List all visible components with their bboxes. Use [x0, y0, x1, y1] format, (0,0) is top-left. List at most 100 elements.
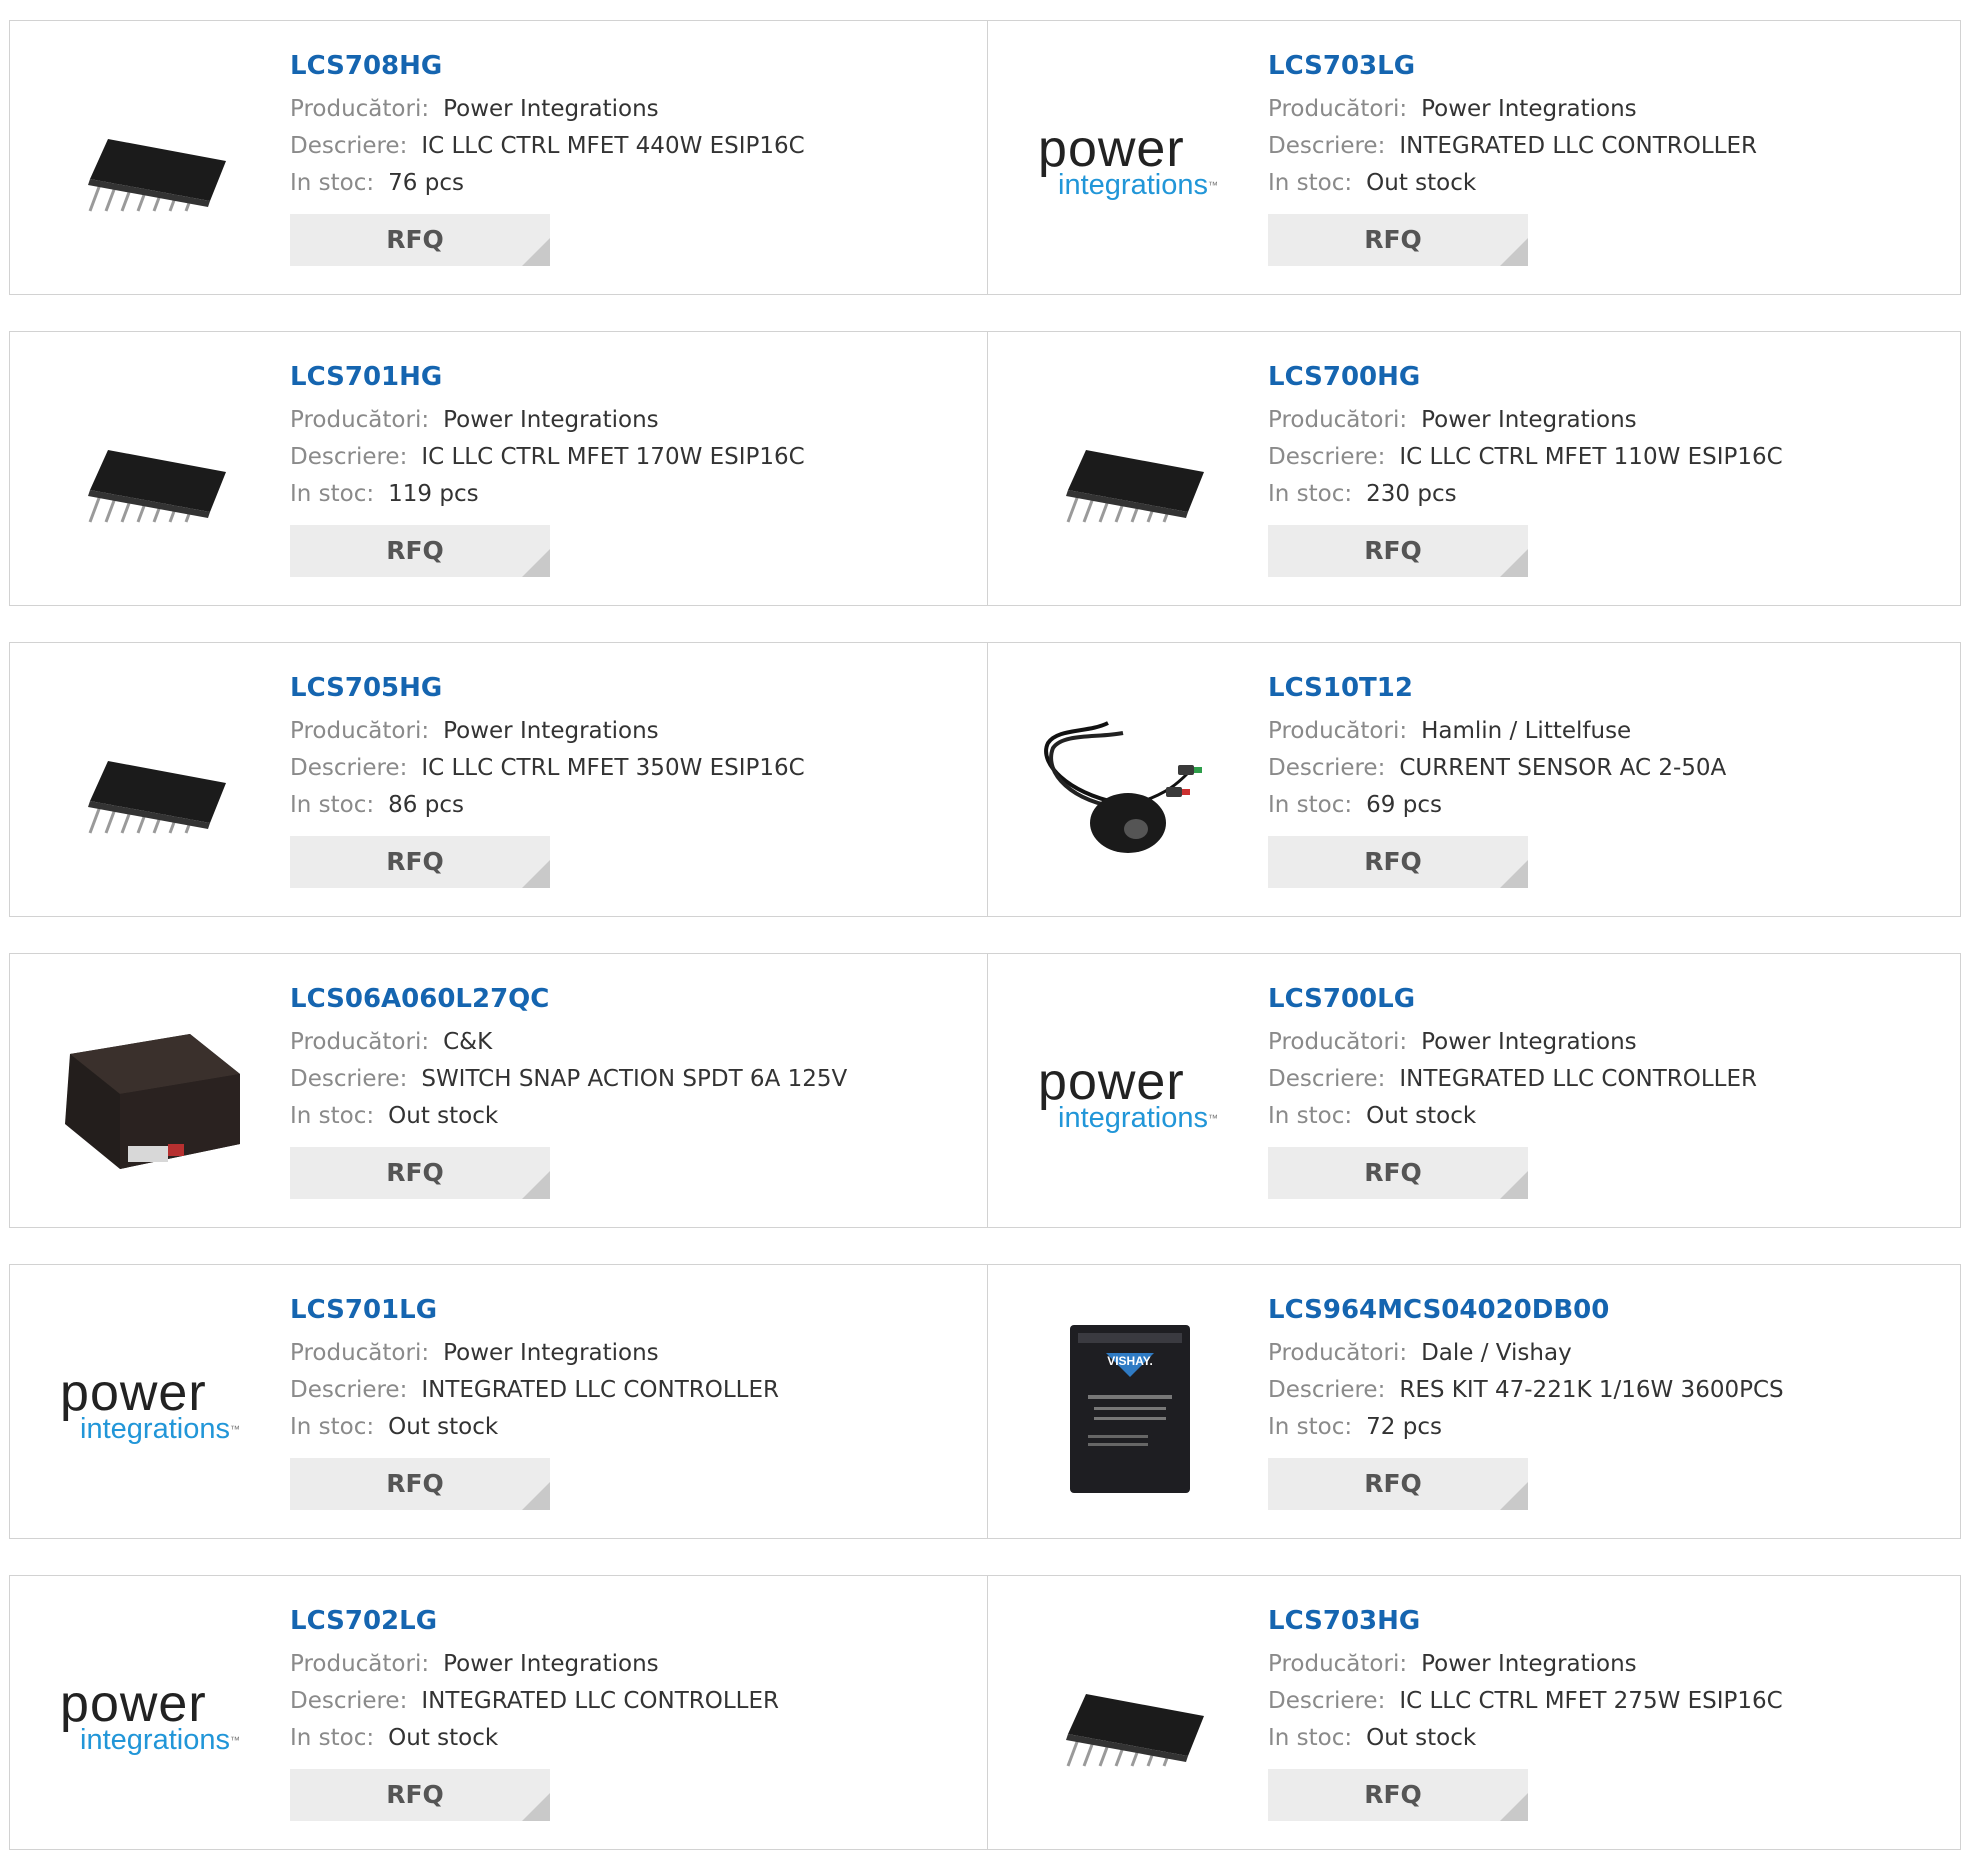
power-integrations-logo: power integrations™: [60, 1363, 240, 1445]
chip-icon: [88, 761, 226, 834]
manufacturer-row: Producători: Power Integrations: [290, 713, 805, 750]
product-info: LCS700LG Producători: Power Integrations …: [1268, 982, 1757, 1199]
product-image[interactable]: power integrations™: [1028, 61, 1228, 261]
product-image[interactable]: [50, 994, 250, 1194]
product-image[interactable]: power integrations™: [50, 1305, 250, 1505]
switch-icon: [65, 1034, 240, 1169]
rfq-label: RFQ: [1364, 536, 1422, 565]
description-row: Descriere: IC LLC CTRL MFET 350W ESIP16C: [290, 750, 805, 787]
description-value: IC LLC CTRL MFET 275W ESIP16C: [1399, 1688, 1783, 1714]
rfq-button[interactable]: RFQ: [1268, 1769, 1528, 1821]
corner-triangle-icon: [1500, 1793, 1528, 1821]
product-name-link[interactable]: LCS700HG: [1268, 360, 1783, 394]
description-label: Descriere:: [290, 444, 408, 470]
product-image[interactable]: VISHAY.: [1028, 1305, 1228, 1505]
description-row: Descriere: RES KIT 47-221K 1/16W 3600PCS: [1268, 1372, 1784, 1409]
product-card: power integrations™ LCS700LG Producători:…: [987, 954, 1960, 1227]
stock-value: 69 pcs: [1366, 792, 1442, 818]
stock-label: In stoc:: [1268, 1103, 1353, 1129]
description-value: INTEGRATED LLC CONTROLLER: [421, 1377, 779, 1403]
product-name-link[interactable]: LCS10T12: [1268, 671, 1726, 705]
stock-value: Out stock: [388, 1414, 499, 1440]
manufacturer-row: Producători: Power Integrations: [1268, 1024, 1757, 1061]
product-image[interactable]: [50, 683, 250, 883]
chip-icon: [1066, 1694, 1204, 1767]
manufacturer-label: Producători:: [1268, 1029, 1408, 1055]
stock-value: 72 pcs: [1366, 1414, 1442, 1440]
manufacturer-label: Producători:: [1268, 718, 1408, 744]
rfq-button[interactable]: RFQ: [290, 836, 550, 888]
manufacturer-value: Hamlin / Littelfuse: [1421, 718, 1632, 744]
manufacturer-row: Producători: Power Integrations: [290, 1335, 779, 1372]
product-name-link[interactable]: LCS705HG: [290, 671, 805, 705]
manufacturer-value: Power Integrations: [443, 1340, 659, 1366]
manufacturer-row: Producători: Power Integrations: [1268, 91, 1757, 128]
rfq-label: RFQ: [1364, 225, 1422, 254]
manufacturer-label: Producători:: [1268, 407, 1408, 433]
product-image[interactable]: power integrations™: [50, 1616, 250, 1816]
manufacturer-value: Dale / Vishay: [1421, 1340, 1572, 1366]
corner-triangle-icon: [522, 1171, 550, 1199]
description-row: Descriere: INTEGRATED LLC CONTROLLER: [290, 1683, 779, 1720]
product-name-link[interactable]: LCS964MCS04020DB00: [1268, 1293, 1784, 1327]
stock-row: In stoc: Out stock: [1268, 1720, 1783, 1757]
product-image[interactable]: [1028, 683, 1228, 883]
stock-label: In stoc:: [290, 792, 375, 818]
product-info: LCS06A060L27QC Producători: C&K Descriere…: [290, 982, 847, 1199]
product-info: LCS701HG Producători: Power Integrations …: [290, 360, 805, 577]
product-card: power integrations™ LCS701LG Producători:…: [10, 1265, 987, 1538]
rfq-button[interactable]: RFQ: [290, 1458, 550, 1510]
product-name-link[interactable]: LCS701LG: [290, 1293, 779, 1327]
description-row: Descriere: CURRENT SENSOR AC 2-50A: [1268, 750, 1726, 787]
product-image[interactable]: [50, 61, 250, 261]
rfq-button[interactable]: RFQ: [290, 214, 550, 266]
rfq-button[interactable]: RFQ: [290, 1769, 550, 1821]
product-name-link[interactable]: LCS708HG: [290, 49, 805, 83]
rfq-button[interactable]: RFQ: [1268, 1458, 1528, 1510]
rfq-button[interactable]: RFQ: [1268, 836, 1528, 888]
manufacturer-label: Producători:: [1268, 1340, 1408, 1366]
product-name-link[interactable]: LCS700LG: [1268, 982, 1757, 1016]
product-image[interactable]: [50, 372, 250, 572]
product-card: VISHAY. LCS964MCS04020DB00 Producători: D…: [987, 1265, 1960, 1538]
product-name-link[interactable]: LCS702LG: [290, 1604, 779, 1638]
rfq-label: RFQ: [386, 536, 444, 565]
stock-value: 76 pcs: [388, 170, 464, 196]
product-card: power integrations™ LCS702LG Producători:…: [10, 1576, 987, 1849]
description-label: Descriere:: [290, 1066, 408, 1092]
product-name-link[interactable]: LCS703LG: [1268, 49, 1757, 83]
product-info: LCS705HG Producători: Power Integrations …: [290, 671, 805, 888]
manufacturer-label: Producători:: [1268, 1651, 1408, 1677]
stock-value: 86 pcs: [388, 792, 464, 818]
product-row: power integrations™ LCS701LG Producători:…: [9, 1264, 1961, 1539]
rfq-button[interactable]: RFQ: [1268, 1147, 1528, 1199]
stock-label: In stoc:: [290, 1414, 375, 1440]
product-info: LCS708HG Producători: Power Integrations …: [290, 49, 805, 266]
product-name-link[interactable]: LCS06A060L27QC: [290, 982, 847, 1016]
product-image[interactable]: power integrations™: [1028, 994, 1228, 1194]
rfq-label: RFQ: [386, 1158, 444, 1187]
corner-triangle-icon: [522, 549, 550, 577]
product-name-link[interactable]: LCS703HG: [1268, 1604, 1783, 1638]
manufacturer-label: Producători:: [290, 96, 430, 122]
product-row: LCS701HG Producători: Power Integrations …: [9, 331, 1961, 606]
stock-value: Out stock: [1366, 1725, 1477, 1751]
stock-value: Out stock: [1366, 170, 1477, 196]
product-image[interactable]: [1028, 1616, 1228, 1816]
rfq-button[interactable]: RFQ: [1268, 525, 1528, 577]
product-image[interactable]: [1028, 372, 1228, 572]
product-name-link[interactable]: LCS701HG: [290, 360, 805, 394]
stock-row: In stoc: Out stock: [1268, 1098, 1757, 1135]
rfq-label: RFQ: [1364, 1158, 1422, 1187]
manufacturer-value: Power Integrations: [1421, 407, 1637, 433]
description-value: INTEGRATED LLC CONTROLLER: [421, 1688, 779, 1714]
chip-icon: [1066, 450, 1204, 523]
rfq-button[interactable]: RFQ: [290, 1147, 550, 1199]
rfq-label: RFQ: [386, 1780, 444, 1809]
rfq-button[interactable]: RFQ: [290, 525, 550, 577]
manufacturer-row: Producători: Power Integrations: [1268, 1646, 1783, 1683]
manufacturer-row: Producători: Power Integrations: [1268, 402, 1783, 439]
rfq-button[interactable]: RFQ: [1268, 214, 1528, 266]
manufacturer-label: Producători:: [290, 407, 430, 433]
description-value: IC LLC CTRL MFET 350W ESIP16C: [421, 755, 805, 781]
